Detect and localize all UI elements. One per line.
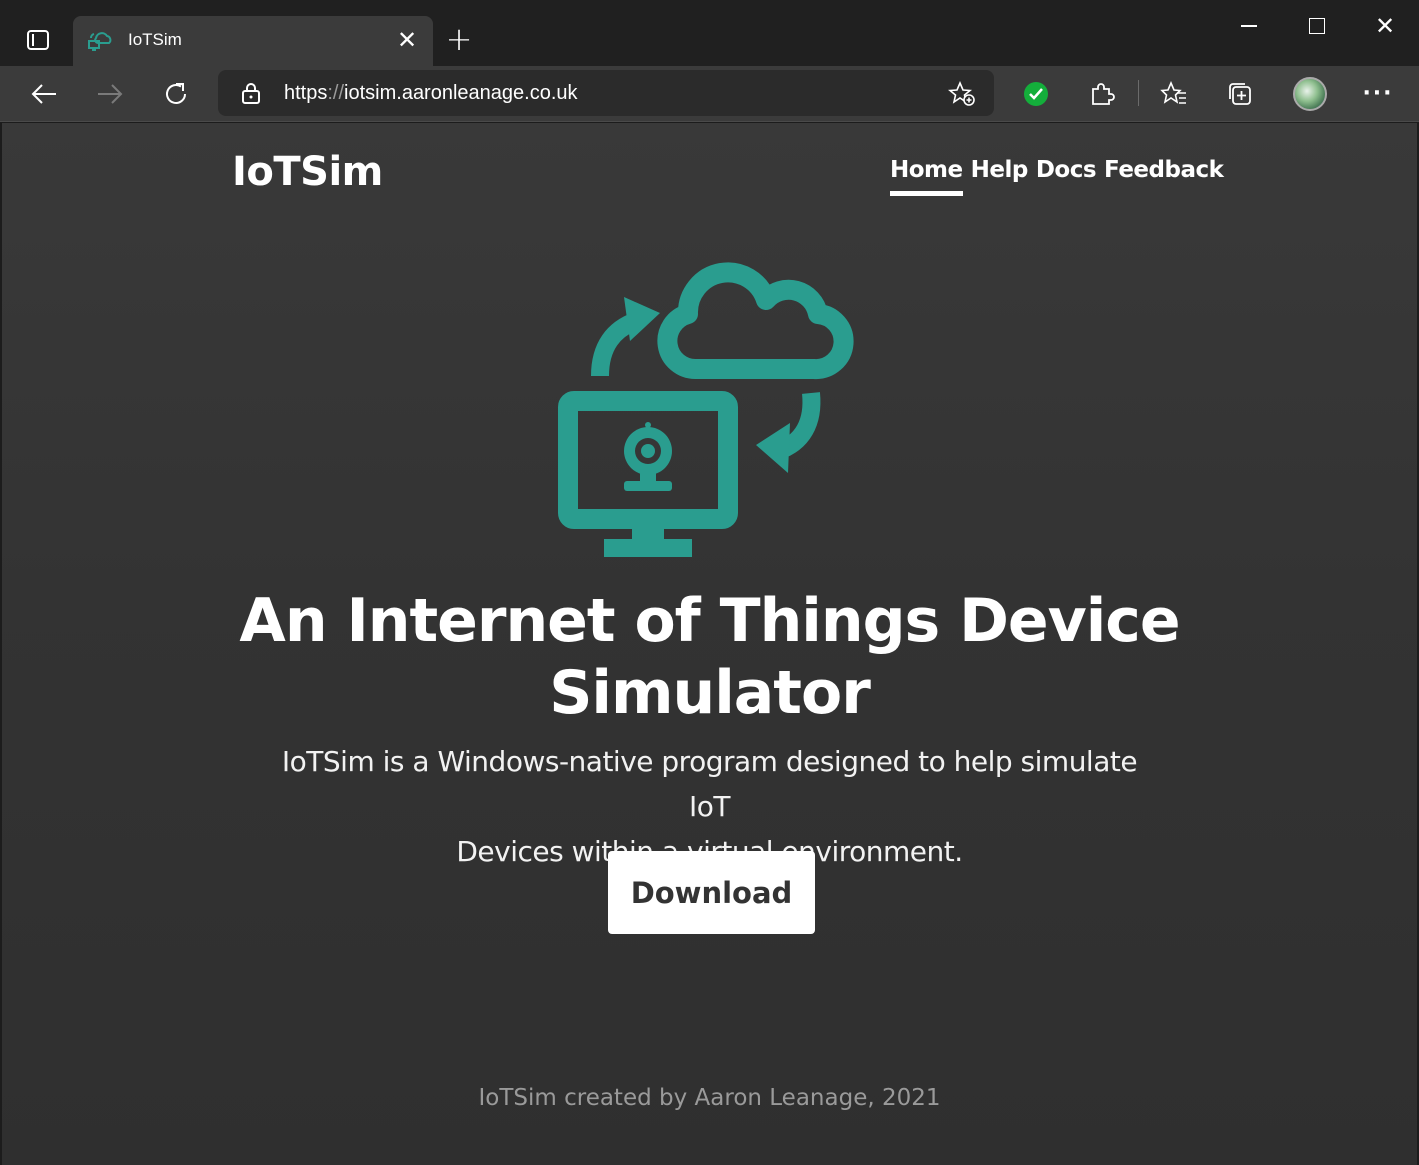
new-tab-button[interactable]: + <box>440 22 478 58</box>
nav-link-feedback[interactable]: Feedback <box>1104 157 1224 196</box>
nav-link-help[interactable]: Help <box>971 157 1029 196</box>
browser-tab[interactable]: IoTSim ✕ <box>73 16 433 66</box>
tab-title: IoTSim <box>128 30 182 49</box>
more-dots-icon: ··· <box>1362 81 1394 106</box>
minimize-button[interactable] <box>1224 8 1274 44</box>
hero-headline: An Internet of Things Device Simulator <box>202 585 1217 729</box>
tab-actions-icon <box>27 30 49 50</box>
favorites-star-icon <box>1160 81 1186 104</box>
maximize-button[interactable] <box>1292 8 1342 44</box>
settings-menu-button[interactable]: ··· <box>1358 74 1398 114</box>
extension-check-button[interactable] <box>1016 74 1056 114</box>
close-icon: ✕ <box>1374 12 1396 40</box>
url-scheme: https <box>284 82 328 104</box>
iot-cloud-monitor-logo <box>558 262 854 557</box>
iotsim-favicon-icon <box>88 32 112 51</box>
extensions-button[interactable] <box>1082 74 1122 114</box>
description-line-1: IoTSim is a Windows-native program desig… <box>281 745 1138 823</box>
site-nav: Home Help Docs Feedback <box>890 157 1224 196</box>
lock-icon <box>242 83 260 104</box>
site-brand[interactable]: IoTSim <box>232 149 383 195</box>
profile-button[interactable] <box>1290 74 1330 114</box>
tab-actions-button[interactable] <box>14 20 62 60</box>
download-button[interactable]: Download <box>608 851 815 934</box>
browser-toolbar: https://iotsim.aaronleanage.co.uk ··· <box>0 66 1419 122</box>
url-text[interactable]: https://iotsim.aaronleanage.co.uk <box>284 82 578 105</box>
add-favorite-icon[interactable] <box>948 81 976 107</box>
puzzle-icon <box>1092 83 1115 105</box>
checkmark-icon <box>1024 82 1048 106</box>
avatar <box>1293 77 1327 111</box>
toolbar-divider <box>1138 80 1139 106</box>
nav-link-docs[interactable]: Docs <box>1036 157 1097 196</box>
forward-button[interactable] <box>90 74 130 114</box>
site-header: IoTSim Home Help Docs Feedback <box>2 123 1417 223</box>
nav-link-home[interactable]: Home <box>890 157 963 196</box>
url-separator: :// <box>327 82 345 104</box>
headline-line-1: An Internet of Things Device <box>239 586 1180 656</box>
maximize-icon <box>1309 18 1325 34</box>
arrow-left-icon <box>31 84 56 104</box>
collections-button[interactable] <box>1220 74 1260 114</box>
tab-close-icon[interactable]: ✕ <box>393 26 421 54</box>
refresh-icon <box>166 83 186 104</box>
page-footer: IoTSim created by Aaron Leanage, 2021 <box>478 1085 941 1111</box>
collections-icon <box>1229 83 1251 105</box>
arrow-right-icon <box>98 84 123 104</box>
browser-titlebar: IoTSim ✕ + ✕ <box>0 0 1419 66</box>
address-bar[interactable]: https://iotsim.aaronleanage.co.uk <box>218 70 994 116</box>
url-host: iotsim.aaronleanage.co.uk <box>344 82 578 104</box>
headline-line-2: Simulator <box>549 658 871 728</box>
web-page: IoTSim Home Help Docs Feedback An Intern… <box>2 123 1417 1165</box>
back-button[interactable] <box>24 74 64 114</box>
minimize-icon <box>1241 25 1257 27</box>
favorites-button[interactable] <box>1154 74 1194 114</box>
close-window-button[interactable]: ✕ <box>1360 8 1410 44</box>
refresh-button[interactable] <box>156 74 196 114</box>
